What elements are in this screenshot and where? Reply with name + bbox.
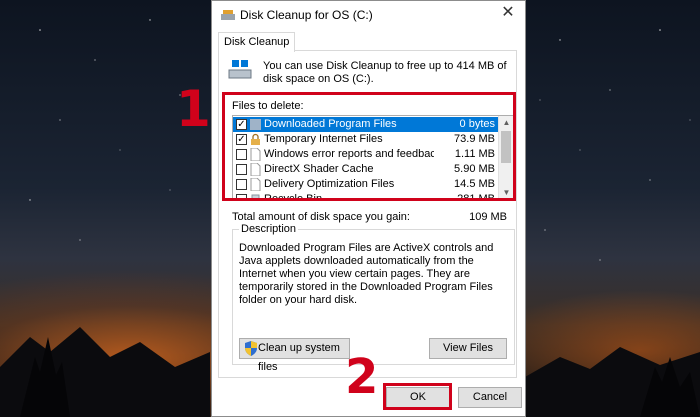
file-icon — [250, 163, 261, 176]
description-text: Downloaded Program Files are ActiveX con… — [239, 242, 494, 306]
folder-icon — [250, 119, 261, 130]
total-gain-value: 109 MB — [469, 211, 507, 223]
title-bar: Disk Cleanup for OS (C:) ✕ — [212, 1, 525, 28]
view-files-button[interactable]: View Files — [429, 338, 507, 359]
checkbox[interactable] — [236, 149, 247, 160]
list-item[interactable]: ✓ Downloaded Program Files 0 bytes — [233, 117, 499, 132]
item-size: 14.5 MB — [454, 178, 495, 190]
list-item[interactable]: Windows error reports and feedback dia..… — [233, 147, 499, 162]
tab-panel: You can use Disk Cleanup to free up to 4… — [218, 50, 517, 378]
list-item[interactable]: ✓ Temporary Internet Files 73.9 MB — [233, 132, 499, 147]
window-title: Disk Cleanup for OS (C:) — [240, 8, 373, 22]
lock-icon — [251, 133, 260, 145]
files-to-delete-label: Files to delete: — [232, 100, 304, 112]
cancel-button[interactable]: Cancel — [458, 387, 522, 408]
item-size: 5.90 MB — [454, 163, 495, 175]
item-size: 1.11 MB — [454, 148, 495, 160]
tab-disk-cleanup[interactable]: Disk Cleanup — [218, 32, 296, 52]
ok-button[interactable]: OK — [386, 387, 450, 408]
scroll-up-icon[interactable]: ▲ — [499, 116, 514, 130]
vertical-scrollbar[interactable]: ▲ ▼ — [498, 116, 514, 200]
disk-cleanup-icon — [221, 10, 235, 20]
intro-text: You can use Disk Cleanup to free up to 4… — [263, 60, 507, 85]
checkbox[interactable] — [236, 179, 247, 190]
step-2-label: 2 — [345, 349, 379, 405]
description-group: Description Downloaded Program Files are… — [232, 223, 515, 373]
item-name: Delivery Optimization Files — [264, 178, 395, 190]
checkbox[interactable] — [236, 164, 247, 175]
list-item[interactable]: DirectX Shader Cache 5.90 MB — [233, 162, 499, 177]
list-item[interactable]: Delivery Optimization Files 14.5 MB — [233, 177, 499, 192]
close-icon[interactable]: ✕ — [499, 4, 517, 22]
checkbox[interactable]: ✓ — [236, 134, 247, 145]
hard-drive-icon — [228, 60, 252, 79]
item-size: 0 bytes — [459, 118, 495, 130]
recycle-bin-icon — [251, 194, 260, 200]
files-list[interactable]: ✓ Downloaded Program Files 0 bytes ✓ Tem… — [232, 115, 515, 201]
item-name: Recycle Bin — [264, 193, 323, 201]
item-name: Downloaded Program Files — [264, 118, 397, 130]
clean-up-label: Clean up system files — [258, 342, 340, 373]
scroll-down-icon[interactable]: ▼ — [499, 186, 514, 200]
item-size: 281 MB — [457, 193, 495, 201]
item-name: Temporary Internet Files — [264, 133, 383, 145]
checkbox[interactable]: ✓ — [236, 119, 247, 130]
total-gain-label: Total amount of disk space you gain: — [232, 211, 410, 223]
description-title: Description — [239, 223, 299, 235]
shield-icon — [245, 341, 257, 356]
file-icon — [250, 178, 261, 191]
file-icon — [250, 148, 261, 161]
item-name: DirectX Shader Cache — [264, 163, 374, 175]
clean-up-system-files-button[interactable]: Clean up system files — [239, 338, 350, 373]
checkbox[interactable] — [236, 194, 247, 200]
scrollbar-thumb[interactable] — [501, 131, 511, 163]
item-size: 73.9 MB — [454, 133, 495, 145]
item-name: Windows error reports and feedback dia..… — [264, 148, 434, 160]
step-1-label: 1 — [176, 80, 211, 138]
list-item[interactable]: Recycle Bin 281 MB — [233, 192, 499, 201]
